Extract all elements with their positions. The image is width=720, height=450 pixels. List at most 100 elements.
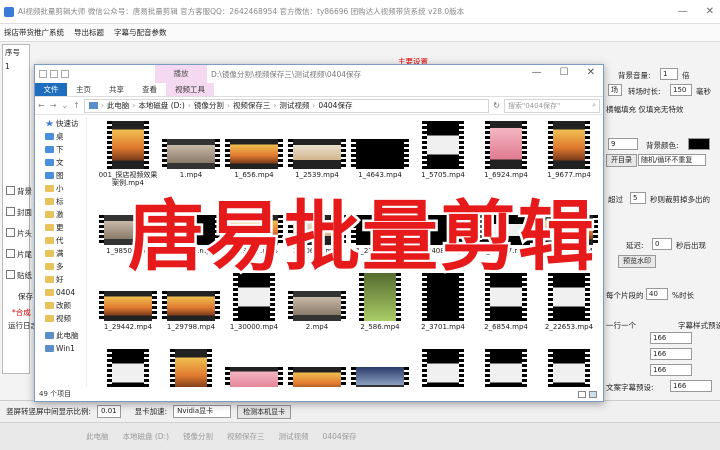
app-logo-icon [4,6,14,17]
close-icon[interactable]: ✕ [706,6,714,17]
forward-arrow-icon[interactable]: → [50,101,57,110]
gpu-select[interactable]: Nvidia显卡 [173,405,232,418]
file-item[interactable]: 1_656.mp4 [223,121,285,183]
back-arrow-icon[interactable]: ← [38,101,45,110]
nav-item[interactable]: 图 [35,169,86,182]
delay-input[interactable]: 0 [652,238,672,250]
font-size-select[interactable]: 9 [608,138,638,150]
nav-item[interactable]: 多 [35,260,86,273]
open-dir-button[interactable]: 开目录 [606,154,637,167]
folder-icon[interactable] [61,70,69,78]
intro-checkbox[interactable]: 片头 [6,228,32,239]
drive-icon [45,345,54,352]
details-view-icon[interactable] [578,391,586,398]
menu-item-promo[interactable]: 採店带货推广系统 [4,27,64,38]
breadcrumb-item[interactable]: 此电脑 [107,100,130,111]
quick-access-toolbar[interactable] [35,70,69,78]
nav-item[interactable]: 标 [35,195,86,208]
nav-item[interactable]: 好 [35,273,86,286]
file-item[interactable] [160,349,222,387]
folder-icon[interactable] [39,70,47,78]
file-item[interactable] [286,349,348,387]
cover-checkbox[interactable]: 封面 [6,207,32,218]
maximize-icon[interactable]: ☐ [560,67,569,78]
app-window-controls[interactable]: — ✕ [678,6,714,17]
nav-item-this-pc[interactable]: 此电脑 [35,329,86,342]
nav-item[interactable]: 视频 [35,312,86,325]
file-item[interactable] [538,349,600,387]
minimize-icon[interactable]: — [678,6,688,17]
preview-watermark-button[interactable]: 预览水印 [618,255,656,268]
outro-checkbox[interactable]: 片尾 [6,249,32,260]
play-contextual-tab[interactable]: 播放 [155,65,207,83]
navigation-pane[interactable]: 快速访 桌 下 文 图 小 标 激 更 代 满 多 好 0404 改颜 视频 此… [35,117,87,387]
random-loop-select[interactable]: 随机/循环不重复 [638,154,706,166]
bg-checkbox[interactable]: 背景 [6,186,32,197]
nav-item[interactable]: 代 [35,234,86,247]
nav-item[interactable]: 桌 [35,130,86,143]
file-item[interactable] [223,349,285,387]
nav-item[interactable]: 更 [35,221,86,234]
search-input[interactable]: 搜索"0404保存" ⌕ [504,98,600,113]
tab-share[interactable]: 共享 [100,83,133,96]
file-item[interactable]: 001_探店视频效果案例.mp4 [97,121,159,187]
detect-gpu-button[interactable]: 检测本机显卡 [237,404,292,419]
minimize-icon[interactable]: — [532,67,542,78]
faded-crumb: 0404保存 [322,432,357,441]
checkbox-icon[interactable] [50,70,58,78]
file-item[interactable] [475,349,537,387]
duration-input[interactable]: 150 [670,84,692,96]
breadcrumb-item[interactable]: 视频保存三 [233,100,271,111]
up-arrow-icon[interactable]: ↑ [73,101,80,110]
tab-file[interactable]: 文件 [35,83,67,96]
view-toggle[interactable] [578,391,597,398]
file-item[interactable]: 1.mp4 [160,121,222,183]
sticker-checkbox[interactable]: 贴纸 [6,270,32,281]
large-icons-view-icon[interactable] [589,391,597,398]
breadcrumb-item[interactable]: 测试视频 [279,100,309,111]
file-item[interactable] [412,349,474,387]
nav-item[interactable]: 下 [35,143,86,156]
scale-mode-option[interactable]: 横幅填充 仅填充无特效 [606,104,683,115]
explorer-window-controls[interactable]: — ☐ ✕ [532,67,595,78]
breadcrumb-item[interactable]: 镜像分割 [194,100,224,111]
delay-label[interactable]: 延迟: [626,240,644,251]
nav-item-drive[interactable]: Win1 [35,342,86,355]
subtitle-preset-a[interactable]: 166 [650,332,692,344]
nav-item[interactable]: 改颜 [35,299,86,312]
nav-item[interactable]: 激 [35,208,86,221]
breadcrumb-item[interactable]: 0404保存 [318,100,352,111]
ratio-input[interactable]: 0.01 [97,405,121,418]
recent-chevron-icon[interactable]: ⌄ [61,101,68,110]
tab-video-tools[interactable]: 视频工具 [166,83,214,96]
menu-item-export-title[interactable]: 导出标题 [74,27,104,38]
file-item[interactable]: 1_2539.mp4 [286,121,348,183]
over-input[interactable]: 5 [630,192,646,204]
file-item[interactable] [349,349,411,387]
file-item[interactable]: 1_4643.mp4 [349,121,411,183]
menu-item-subtitle-params[interactable]: 字幕与配音参数 [114,27,167,38]
subtitle-preset-b[interactable]: 166 [650,348,692,360]
nav-item-quick-access[interactable]: 快速访 [35,117,86,130]
refresh-icon[interactable]: ↻ [493,101,500,110]
bg-volume-input[interactable]: 1 [660,68,678,80]
nav-item[interactable]: 0404 [35,286,86,299]
subtitle-preset-d[interactable]: 166 [670,380,712,392]
file-item[interactable]: 1_5705.mp4 [412,121,474,183]
breadcrumb-item[interactable]: 本地磁盘 (D:) [138,100,185,111]
tab-view[interactable]: 查看 [133,83,166,96]
nav-item[interactable]: 文 [35,156,86,169]
per-clip-input[interactable]: 40 [646,288,668,300]
file-item[interactable]: 1_9677.mp4 [538,121,600,183]
tab-home[interactable]: 主页 [67,83,100,96]
explorer-title-bar[interactable]: 播放 D:\镜像分割\视频保存三\测试视频\0404保存 — ☐ ✕ [35,65,603,83]
address-bar[interactable]: › 此电脑 › 本地磁盘 (D:) › 镜像分割 › 视频保存三 › 测试视频 … [83,98,490,113]
file-item[interactable] [97,349,159,387]
nav-item[interactable]: 满 [35,247,86,260]
nav-item[interactable]: 小 [35,182,86,195]
close-icon[interactable]: ✕ [587,67,595,78]
transition-select[interactable]: 场 [608,84,622,96]
subtitle-preset-c[interactable]: 166 [650,364,692,376]
bg-color-swatch[interactable] [688,138,710,150]
file-item[interactable]: 1_6924.mp4 [475,121,537,183]
